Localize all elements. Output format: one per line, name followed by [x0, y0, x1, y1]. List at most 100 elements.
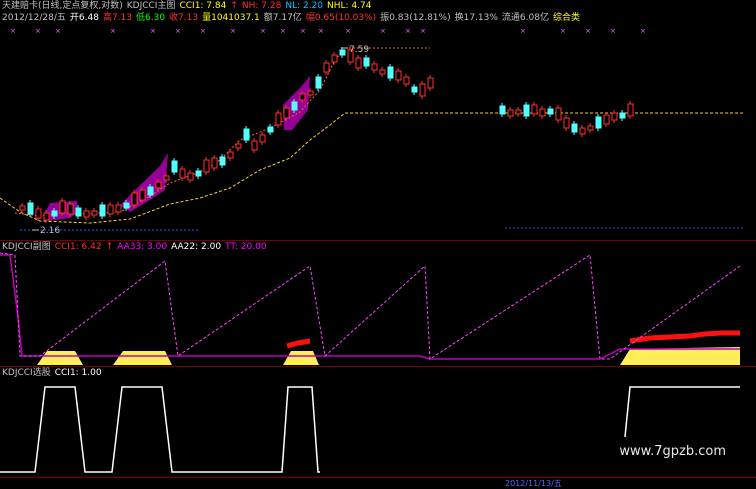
signal-mark: × — [345, 27, 351, 35]
candle — [123, 202, 130, 209]
candle — [571, 123, 578, 133]
signal-mark: × — [150, 27, 156, 35]
sawtooth-line — [0, 252, 741, 360]
candle — [627, 103, 634, 117]
candle — [595, 116, 602, 129]
signal-mark: × — [420, 27, 426, 35]
candle — [203, 159, 210, 173]
candle — [403, 76, 410, 85]
candle — [611, 112, 618, 121]
signal-mark: × — [300, 27, 306, 35]
candle — [427, 77, 434, 89]
candle — [115, 204, 122, 213]
candle — [35, 208, 42, 219]
candle — [555, 107, 562, 121]
candle — [355, 57, 362, 69]
signal-mark: × — [10, 27, 16, 35]
candle — [379, 69, 386, 75]
signal-mark: × — [560, 27, 566, 35]
red-line — [286, 338, 311, 349]
candle — [275, 112, 282, 126]
candle — [155, 181, 162, 189]
candle — [419, 83, 426, 97]
selection-signal-line — [624, 386, 740, 438]
candle — [371, 63, 378, 71]
candle — [515, 109, 522, 115]
high-price-label: 7.59 — [349, 45, 369, 55]
signal-mark: × — [280, 27, 286, 35]
candle — [243, 128, 250, 141]
candle — [291, 101, 298, 111]
signal-mark: × — [175, 27, 181, 35]
candle — [19, 205, 26, 211]
purple-baseline — [0, 254, 740, 360]
signal-mark: × — [405, 27, 411, 35]
main-candle-chart: × × × × × × × × × × × × × × × × × × × × × 7.59 2.16 — [0, 27, 745, 236]
candle — [259, 134, 266, 143]
candle — [531, 104, 538, 115]
candle — [299, 93, 306, 101]
candle — [331, 54, 338, 63]
resistance-line — [14, 47, 430, 217]
signal-mark: × — [110, 27, 116, 35]
signal-mark: × — [585, 27, 591, 35]
candle — [219, 156, 226, 166]
candle — [395, 70, 402, 81]
candle — [43, 212, 50, 221]
candle — [147, 186, 154, 196]
sub1-pane[interactable]: KDJCCI副图 CCI1: 6.42 ↑ AA33: 3.00 AA22: 2.00 T… — [0, 241, 756, 366]
date-label: 2012/11/13/五 — [505, 479, 562, 488]
signal-mark: × — [35, 27, 41, 35]
candles — [19, 47, 634, 223]
sub2-chart — [0, 386, 740, 473]
candle — [179, 168, 186, 179]
candle — [283, 107, 290, 119]
signal-mark: × — [200, 27, 206, 35]
candle — [59, 200, 66, 214]
candle — [75, 207, 82, 217]
candle — [171, 160, 178, 173]
low-price-label: 2.16 — [40, 226, 60, 236]
candle — [139, 189, 146, 201]
candle — [587, 125, 594, 131]
signal-mark: × — [260, 27, 266, 35]
sub2-pane[interactable]: KDJCCI选股 CCI1: 1.00 www.7gpzb.com — [0, 367, 756, 477]
candle — [195, 170, 202, 177]
candle — [235, 143, 242, 149]
watermark: www.7gpzb.com — [619, 444, 726, 459]
yellow-hump — [113, 351, 172, 365]
candle — [307, 90, 314, 96]
candle — [251, 140, 258, 151]
candle — [547, 108, 554, 115]
candle — [323, 62, 330, 73]
candle — [67, 203, 74, 215]
candle — [99, 204, 106, 217]
red-line — [629, 330, 740, 344]
candle — [91, 210, 98, 216]
candle — [523, 104, 530, 117]
candle — [51, 210, 58, 217]
signal-marks: × × × × × × × × × × × × × × × × × × × × × — [10, 27, 646, 35]
main-chart-pane[interactable]: 天建赔卡(日线,定点复权,对数) KDJCCI主图 CCI1: 7.84 ↑ NH: 7… — [0, 0, 756, 240]
candle — [363, 57, 370, 67]
candle — [163, 175, 170, 181]
candle — [411, 86, 418, 93]
signal-mark: × — [318, 27, 324, 35]
signal-mark: × — [380, 27, 386, 35]
time-axis: 2012/11/13/五 — [0, 477, 756, 488]
candle — [211, 157, 218, 169]
signal-mark: × — [230, 27, 236, 35]
candle — [579, 127, 586, 135]
candle — [507, 109, 514, 117]
candle — [603, 114, 610, 125]
candle — [267, 126, 274, 133]
signal-mark: × — [640, 27, 646, 35]
candle — [227, 151, 234, 159]
signal-mark: × — [610, 27, 616, 35]
sub1-chart — [0, 252, 741, 365]
candle — [107, 204, 114, 215]
candle — [499, 105, 506, 115]
candle — [315, 76, 322, 89]
candle — [619, 112, 626, 119]
selection-signal-line — [0, 386, 320, 473]
